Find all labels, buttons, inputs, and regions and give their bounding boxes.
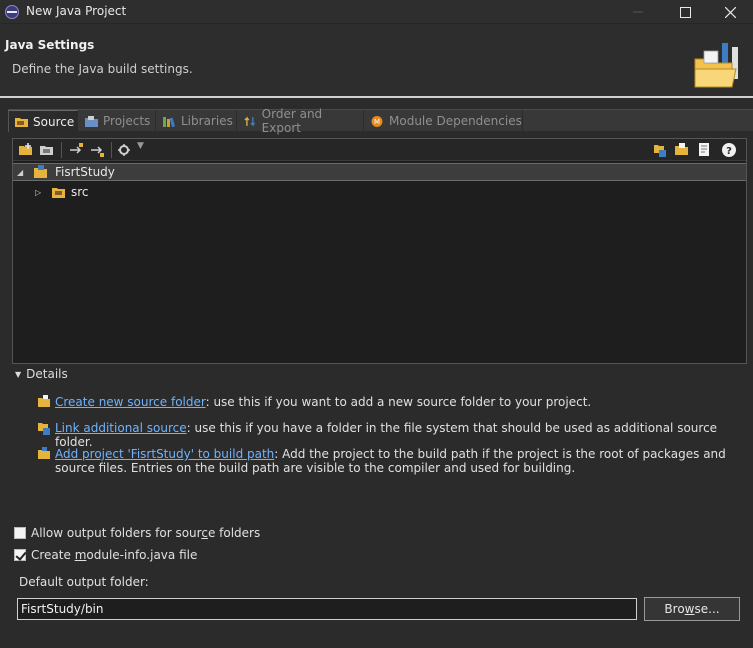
tree-expand-icon[interactable]: ▷ — [35, 188, 41, 197]
tree-row-project[interactable]: ◢ FisrtStudy — [13, 163, 746, 181]
tree-label: FisrtStudy — [55, 165, 115, 179]
create-module-info-label: Create module-info.java file — [31, 548, 198, 562]
tab-label: Libraries — [181, 114, 233, 128]
link-source-icon[interactable] — [652, 142, 668, 158]
tree-row-src[interactable]: ▷ src — [13, 183, 746, 201]
title-bar: New Java Project — [0, 0, 753, 24]
create-source-folder-link[interactable]: Create new source folder — [55, 395, 206, 409]
add-project-icon — [38, 447, 50, 459]
toolbar-separator — [61, 142, 62, 158]
tree-collapse-icon[interactable]: ◢ — [17, 168, 23, 177]
source-panel: ▼ ? ◢ FisrtStudy ▷ src — [12, 138, 747, 364]
allow-output-folders-option[interactable]: Allow output folders for source folders — [14, 526, 260, 540]
svg-text:?: ? — [726, 146, 732, 157]
close-icon — [724, 6, 736, 18]
chevron-down-icon: ▼ — [15, 369, 22, 379]
header-separator — [0, 96, 753, 98]
order-export-icon — [244, 115, 256, 127]
new-source-folder-icon[interactable] — [674, 142, 690, 158]
minimize-icon — [633, 11, 643, 13]
detail-add-project: Add project 'FisrtStudy' to build path: … — [37, 447, 747, 475]
exclude-filter-icon[interactable] — [89, 142, 105, 158]
tab-source[interactable]: Source — [8, 110, 78, 132]
wizard-header: Java Settings Define the Java build sett… — [0, 25, 753, 96]
tab-label: Module Dependencies — [389, 114, 522, 128]
details-toggle[interactable]: ▼ Details — [15, 367, 68, 381]
tree-label: src — [71, 185, 89, 199]
source-toolbar: ▼ ? — [13, 139, 746, 161]
tab-order-export[interactable]: Order and Export — [238, 107, 364, 135]
tab-libraries[interactable]: Libraries — [157, 110, 237, 132]
window-title: New Java Project — [26, 4, 127, 18]
configure-build-path-icon[interactable] — [117, 142, 133, 158]
create-module-info-checkbox[interactable] — [14, 549, 26, 561]
java-project-icon — [34, 165, 47, 178]
maximize-button[interactable] — [662, 0, 708, 24]
maximize-icon — [679, 6, 691, 18]
detail-text: : use this if you want to add a new sour… — [205, 395, 592, 409]
add-project-to-build-path-link[interactable]: Add project 'FisrtStudy' to build path — [55, 447, 274, 461]
detail-link-source: Link additional source: use this if you … — [37, 421, 747, 449]
default-output-folder-label: Default output folder: — [19, 575, 149, 589]
link-additional-source-link[interactable]: Link additional source — [55, 421, 187, 435]
close-button[interactable] — [707, 0, 753, 24]
projects-icon — [85, 115, 98, 127]
svg-text:M: M — [374, 118, 380, 126]
detail-create-source: Create new source folder: use this if yo… — [37, 395, 747, 409]
tab-label: Order and Export — [261, 107, 323, 135]
details-label: Details — [26, 367, 68, 381]
chevron-down-icon[interactable]: ▼ — [137, 141, 144, 151]
tab-label: Source — [33, 114, 75, 129]
add-folder-icon[interactable] — [18, 142, 34, 158]
source-folder-icon — [52, 188, 65, 198]
tab-module-dependencies[interactable]: M Module Dependencies — [365, 110, 523, 132]
page-description: Define the Java build settings. — [12, 62, 193, 76]
eclipse-icon — [5, 5, 19, 19]
tab-label: Projects — [103, 114, 151, 128]
allow-output-folders-checkbox[interactable] — [14, 527, 26, 539]
source-folder-icon — [15, 118, 28, 127]
new-java-project-wizard-icon — [694, 43, 738, 88]
link-folder-icon[interactable] — [39, 142, 55, 158]
new-source-folder-icon — [38, 395, 50, 407]
include-filter-icon[interactable] — [68, 142, 84, 158]
allow-output-folders-label: Allow output folders for source folders — [31, 526, 261, 540]
link-source-icon — [38, 423, 50, 435]
tab-projects[interactable]: Projects — [79, 110, 156, 132]
toolbar-separator — [111, 142, 112, 158]
module-icon: M — [371, 115, 383, 127]
minimize-button[interactable] — [615, 0, 661, 24]
page-title: Java Settings — [5, 38, 95, 52]
default-output-folder-input[interactable] — [17, 598, 637, 620]
help-icon[interactable]: ? — [721, 142, 737, 158]
create-module-info-option[interactable]: Create module-info.java file — [14, 548, 197, 562]
properties-icon[interactable] — [697, 142, 713, 158]
libraries-icon — [163, 116, 175, 127]
tab-bar: Source Projects Libraries Order and Expo… — [8, 107, 753, 135]
browse-button[interactable]: Bro w se... — [644, 597, 740, 621]
